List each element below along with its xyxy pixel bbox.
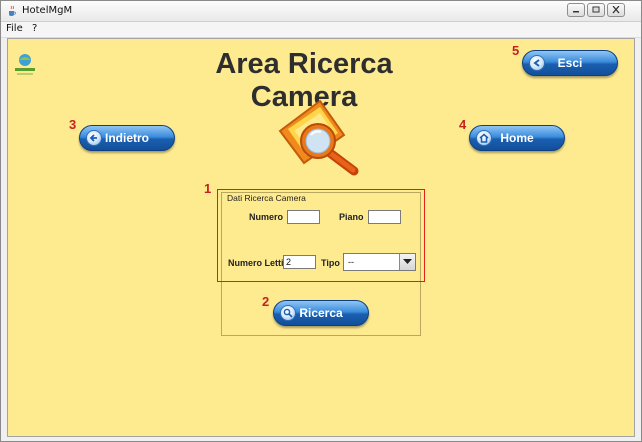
indietro-button[interactable]: Indietro [79, 125, 175, 151]
home-button-label: Home [500, 131, 534, 145]
home-button[interactable]: Home [469, 125, 565, 151]
ricerca-button[interactable]: Ricerca [273, 300, 369, 326]
annotation-1: 1 [204, 181, 212, 196]
window-title: HotelMgM [22, 5, 73, 16]
chevron-down-icon [403, 259, 412, 264]
minimize-icon [573, 11, 579, 13]
dropdown-arrow-button[interactable] [399, 254, 415, 270]
numero-label: Numero [249, 212, 284, 222]
tipo-selected-value: -- [348, 257, 354, 267]
minimize-button[interactable] [567, 3, 585, 17]
numero-letti-label: Numero Letti [228, 258, 284, 268]
title-bar: HotelMgM [1, 1, 641, 22]
indietro-button-label: Indietro [105, 131, 149, 145]
numero-letti-field[interactable] [283, 255, 316, 269]
tipo-select[interactable]: -- [343, 253, 416, 271]
piano-label: Piano [339, 212, 364, 222]
close-icon [612, 6, 620, 14]
numero-field[interactable] [287, 210, 320, 224]
ricerca-button-label: Ricerca [299, 306, 343, 320]
piano-field[interactable] [368, 210, 401, 224]
menu-bar: File ? [1, 22, 641, 38]
annotation-4: 4 [459, 117, 467, 132]
close-button[interactable] [607, 3, 625, 17]
menu-help[interactable]: ? [32, 23, 37, 34]
menu-file[interactable]: File [6, 23, 23, 34]
java-cup-icon [9, 5, 16, 16]
annotation-5: 5 [512, 43, 520, 58]
restore-icon [592, 6, 600, 13]
annotation-2: 2 [262, 294, 270, 309]
magnifier-icon [278, 99, 359, 176]
esci-button[interactable]: Esci [522, 50, 618, 76]
annotation-3: 3 [69, 117, 77, 132]
hotel-logo-icon [15, 54, 35, 75]
tipo-label: Tipo [321, 258, 340, 268]
maximize-button[interactable] [587, 3, 605, 17]
esci-button-label: Esci [557, 56, 583, 70]
app-window: HotelMgM File ? Area Ricerca Camera 5 Es… [0, 0, 642, 442]
